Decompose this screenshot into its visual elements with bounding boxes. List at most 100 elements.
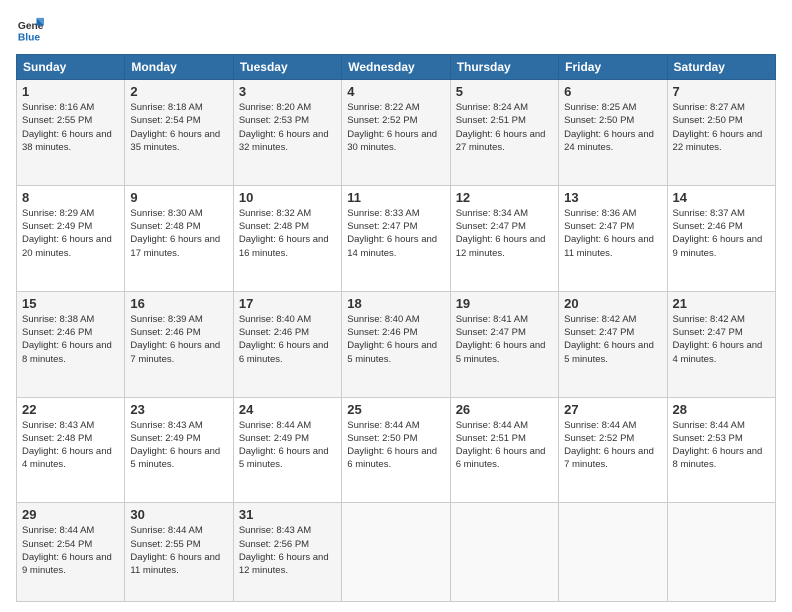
top-section: General Blue bbox=[16, 16, 776, 44]
day-info: Sunrise: 8:36 AM Sunset: 2:47 PM Dayligh… bbox=[564, 207, 661, 260]
table-row: 22 Sunrise: 8:43 AM Sunset: 2:48 PM Dayl… bbox=[17, 397, 125, 503]
table-row: 25 Sunrise: 8:44 AM Sunset: 2:50 PM Dayl… bbox=[342, 397, 450, 503]
day-number: 14 bbox=[673, 190, 770, 205]
table-row: 30 Sunrise: 8:44 AM Sunset: 2:55 PM Dayl… bbox=[125, 503, 233, 602]
logo: General Blue bbox=[16, 16, 48, 44]
table-row: 12 Sunrise: 8:34 AM Sunset: 2:47 PM Dayl… bbox=[450, 185, 558, 291]
day-info: Sunrise: 8:33 AM Sunset: 2:47 PM Dayligh… bbox=[347, 207, 444, 260]
table-row: 14 Sunrise: 8:37 AM Sunset: 2:46 PM Dayl… bbox=[667, 185, 775, 291]
day-number: 5 bbox=[456, 84, 553, 99]
day-info: Sunrise: 8:40 AM Sunset: 2:46 PM Dayligh… bbox=[239, 313, 336, 366]
table-row: 29 Sunrise: 8:44 AM Sunset: 2:54 PM Dayl… bbox=[17, 503, 125, 602]
day-number: 18 bbox=[347, 296, 444, 311]
day-info: Sunrise: 8:22 AM Sunset: 2:52 PM Dayligh… bbox=[347, 101, 444, 154]
day-info: Sunrise: 8:30 AM Sunset: 2:48 PM Dayligh… bbox=[130, 207, 227, 260]
day-info: Sunrise: 8:44 AM Sunset: 2:50 PM Dayligh… bbox=[347, 419, 444, 472]
day-number: 21 bbox=[673, 296, 770, 311]
table-row: 3 Sunrise: 8:20 AM Sunset: 2:53 PM Dayli… bbox=[233, 80, 341, 186]
day-info: Sunrise: 8:44 AM Sunset: 2:49 PM Dayligh… bbox=[239, 419, 336, 472]
table-row: 28 Sunrise: 8:44 AM Sunset: 2:53 PM Dayl… bbox=[667, 397, 775, 503]
day-number: 29 bbox=[22, 507, 119, 522]
table-row bbox=[559, 503, 667, 602]
day-info: Sunrise: 8:42 AM Sunset: 2:47 PM Dayligh… bbox=[673, 313, 770, 366]
day-info: Sunrise: 8:39 AM Sunset: 2:46 PM Dayligh… bbox=[130, 313, 227, 366]
table-row: 5 Sunrise: 8:24 AM Sunset: 2:51 PM Dayli… bbox=[450, 80, 558, 186]
day-info: Sunrise: 8:29 AM Sunset: 2:49 PM Dayligh… bbox=[22, 207, 119, 260]
table-row: 16 Sunrise: 8:39 AM Sunset: 2:46 PM Dayl… bbox=[125, 291, 233, 397]
table-row bbox=[450, 503, 558, 602]
day-number: 2 bbox=[130, 84, 227, 99]
day-info: Sunrise: 8:24 AM Sunset: 2:51 PM Dayligh… bbox=[456, 101, 553, 154]
table-row: 21 Sunrise: 8:42 AM Sunset: 2:47 PM Dayl… bbox=[667, 291, 775, 397]
day-number: 23 bbox=[130, 402, 227, 417]
day-info: Sunrise: 8:44 AM Sunset: 2:52 PM Dayligh… bbox=[564, 419, 661, 472]
day-number: 6 bbox=[564, 84, 661, 99]
day-number: 15 bbox=[22, 296, 119, 311]
day-info: Sunrise: 8:43 AM Sunset: 2:49 PM Dayligh… bbox=[130, 419, 227, 472]
table-row: 26 Sunrise: 8:44 AM Sunset: 2:51 PM Dayl… bbox=[450, 397, 558, 503]
table-row: 7 Sunrise: 8:27 AM Sunset: 2:50 PM Dayli… bbox=[667, 80, 775, 186]
day-info: Sunrise: 8:44 AM Sunset: 2:53 PM Dayligh… bbox=[673, 419, 770, 472]
day-number: 10 bbox=[239, 190, 336, 205]
day-number: 22 bbox=[22, 402, 119, 417]
table-row: 18 Sunrise: 8:40 AM Sunset: 2:46 PM Dayl… bbox=[342, 291, 450, 397]
header-sunday: Sunday bbox=[17, 55, 125, 80]
table-row: 2 Sunrise: 8:18 AM Sunset: 2:54 PM Dayli… bbox=[125, 80, 233, 186]
day-number: 30 bbox=[130, 507, 227, 522]
header-wednesday: Wednesday bbox=[342, 55, 450, 80]
table-row: 9 Sunrise: 8:30 AM Sunset: 2:48 PM Dayli… bbox=[125, 185, 233, 291]
calendar-table: Sunday Monday Tuesday Wednesday Thursday… bbox=[16, 54, 776, 602]
table-row bbox=[667, 503, 775, 602]
day-number: 19 bbox=[456, 296, 553, 311]
svg-text:Blue: Blue bbox=[18, 32, 41, 43]
header-thursday: Thursday bbox=[450, 55, 558, 80]
table-row: 31 Sunrise: 8:43 AM Sunset: 2:56 PM Dayl… bbox=[233, 503, 341, 602]
day-number: 13 bbox=[564, 190, 661, 205]
day-number: 7 bbox=[673, 84, 770, 99]
day-info: Sunrise: 8:25 AM Sunset: 2:50 PM Dayligh… bbox=[564, 101, 661, 154]
day-number: 24 bbox=[239, 402, 336, 417]
day-info: Sunrise: 8:16 AM Sunset: 2:55 PM Dayligh… bbox=[22, 101, 119, 154]
header-monday: Monday bbox=[125, 55, 233, 80]
day-number: 16 bbox=[130, 296, 227, 311]
day-info: Sunrise: 8:20 AM Sunset: 2:53 PM Dayligh… bbox=[239, 101, 336, 154]
day-info: Sunrise: 8:37 AM Sunset: 2:46 PM Dayligh… bbox=[673, 207, 770, 260]
day-number: 1 bbox=[22, 84, 119, 99]
day-info: Sunrise: 8:44 AM Sunset: 2:54 PM Dayligh… bbox=[22, 524, 119, 577]
day-number: 31 bbox=[239, 507, 336, 522]
day-number: 28 bbox=[673, 402, 770, 417]
day-info: Sunrise: 8:43 AM Sunset: 2:48 PM Dayligh… bbox=[22, 419, 119, 472]
table-row: 15 Sunrise: 8:38 AM Sunset: 2:46 PM Dayl… bbox=[17, 291, 125, 397]
day-info: Sunrise: 8:40 AM Sunset: 2:46 PM Dayligh… bbox=[347, 313, 444, 366]
day-info: Sunrise: 8:42 AM Sunset: 2:47 PM Dayligh… bbox=[564, 313, 661, 366]
table-row: 13 Sunrise: 8:36 AM Sunset: 2:47 PM Dayl… bbox=[559, 185, 667, 291]
day-number: 27 bbox=[564, 402, 661, 417]
day-info: Sunrise: 8:44 AM Sunset: 2:55 PM Dayligh… bbox=[130, 524, 227, 577]
table-row: 27 Sunrise: 8:44 AM Sunset: 2:52 PM Dayl… bbox=[559, 397, 667, 503]
header-friday: Friday bbox=[559, 55, 667, 80]
page: General Blue Sunday Monday Tuesday Wedne… bbox=[0, 0, 792, 612]
table-row: 11 Sunrise: 8:33 AM Sunset: 2:47 PM Dayl… bbox=[342, 185, 450, 291]
header-saturday: Saturday bbox=[667, 55, 775, 80]
day-number: 25 bbox=[347, 402, 444, 417]
day-number: 20 bbox=[564, 296, 661, 311]
day-info: Sunrise: 8:38 AM Sunset: 2:46 PM Dayligh… bbox=[22, 313, 119, 366]
table-row: 23 Sunrise: 8:43 AM Sunset: 2:49 PM Dayl… bbox=[125, 397, 233, 503]
day-info: Sunrise: 8:18 AM Sunset: 2:54 PM Dayligh… bbox=[130, 101, 227, 154]
day-number: 9 bbox=[130, 190, 227, 205]
table-row bbox=[342, 503, 450, 602]
table-row: 8 Sunrise: 8:29 AM Sunset: 2:49 PM Dayli… bbox=[17, 185, 125, 291]
header-row: Sunday Monday Tuesday Wednesday Thursday… bbox=[17, 55, 776, 80]
table-row: 17 Sunrise: 8:40 AM Sunset: 2:46 PM Dayl… bbox=[233, 291, 341, 397]
day-info: Sunrise: 8:27 AM Sunset: 2:50 PM Dayligh… bbox=[673, 101, 770, 154]
day-number: 8 bbox=[22, 190, 119, 205]
day-info: Sunrise: 8:43 AM Sunset: 2:56 PM Dayligh… bbox=[239, 524, 336, 577]
day-number: 12 bbox=[456, 190, 553, 205]
day-number: 26 bbox=[456, 402, 553, 417]
day-number: 11 bbox=[347, 190, 444, 205]
day-info: Sunrise: 8:44 AM Sunset: 2:51 PM Dayligh… bbox=[456, 419, 553, 472]
day-number: 3 bbox=[239, 84, 336, 99]
header-tuesday: Tuesday bbox=[233, 55, 341, 80]
day-info: Sunrise: 8:41 AM Sunset: 2:47 PM Dayligh… bbox=[456, 313, 553, 366]
table-row: 10 Sunrise: 8:32 AM Sunset: 2:48 PM Dayl… bbox=[233, 185, 341, 291]
